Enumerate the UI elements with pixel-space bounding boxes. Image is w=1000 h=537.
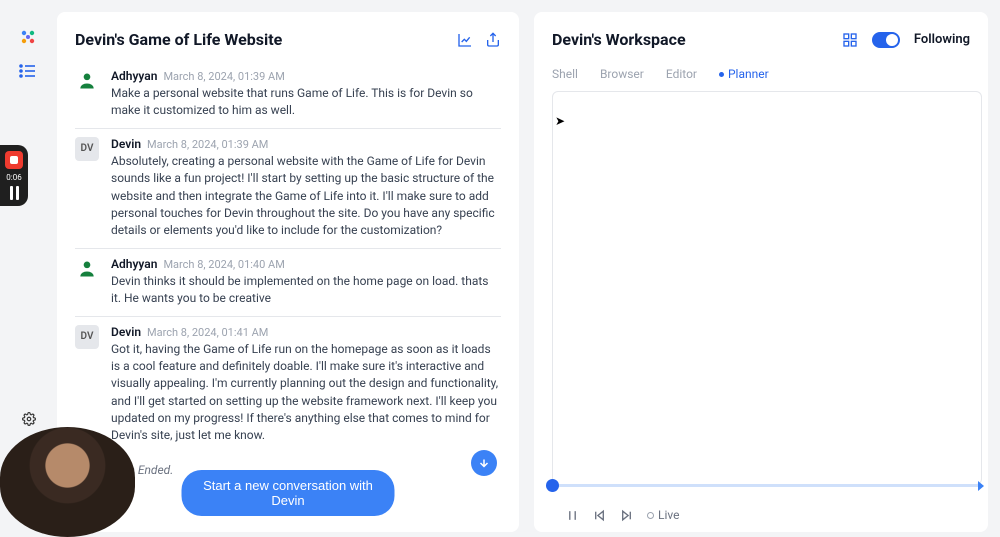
avatar: [75, 69, 99, 93]
tab-browser[interactable]: Browser: [600, 67, 644, 81]
message-timestamp: March 8, 2024, 01:39 AM: [163, 70, 284, 83]
gear-icon[interactable]: [22, 412, 36, 426]
chat-body: Adhyyan March 8, 2024, 01:39 AM Make a per…: [75, 61, 501, 532]
avatar: DV: [75, 137, 99, 161]
message-text: Got it, having the Game of Life run on t…: [111, 341, 501, 445]
message-author: Adhyyan: [111, 69, 157, 83]
tab-label: Browser: [600, 67, 644, 81]
message-author: Devin: [111, 325, 141, 339]
workspace-panel: Devin's Workspace Following Shell Browser…: [534, 12, 988, 532]
pause-icon[interactable]: [566, 509, 579, 522]
skip-back-icon[interactable]: [593, 509, 606, 522]
tab-label: Shell: [552, 67, 578, 81]
live-indicator[interactable]: Live: [647, 508, 679, 522]
skip-forward-icon[interactable]: [620, 509, 633, 522]
message-timestamp: March 8, 2024, 01:39 AM: [147, 138, 268, 151]
message-author: Adhyyan: [111, 257, 157, 271]
workspace-title: Devin's Workspace: [552, 30, 686, 49]
message-text: Devin thinks it should be implemented on…: [111, 273, 501, 308]
workspace-tabs: Shell Browser Editor Planner: [552, 67, 978, 81]
message-text: Absolutely, creating a personal website …: [111, 153, 501, 240]
tab-shell[interactable]: Shell: [552, 67, 578, 81]
following-toggle[interactable]: [872, 32, 900, 48]
message-timestamp: March 8, 2024, 01:40 AM: [163, 258, 284, 271]
chat-message: Adhyyan March 8, 2024, 01:39 AM Make a per…: [75, 61, 501, 129]
chart-icon[interactable]: [457, 32, 473, 48]
new-conversation-button[interactable]: Start a new conversation with Devin: [182, 470, 395, 516]
tab-label: Planner: [728, 67, 769, 81]
playback-bar: Live: [552, 498, 978, 522]
timeline-slider[interactable]: [552, 484, 982, 498]
avatar: [75, 257, 99, 281]
record-stop-button[interactable]: [5, 151, 23, 169]
chat-message: DV Devin March 8, 2024, 01:41 AM Got it, ha…: [75, 317, 501, 453]
chat-message: DV Devin March 8, 2024, 01:39 AM Absolutely…: [75, 129, 501, 249]
avatar: DV: [75, 325, 99, 349]
pause-button[interactable]: [5, 186, 23, 200]
following-label: Following: [914, 32, 970, 47]
user-webcam: [0, 427, 135, 537]
cursor-icon: ➤: [555, 114, 565, 128]
tab-label: Editor: [666, 67, 697, 81]
tab-editor[interactable]: Editor: [666, 67, 697, 81]
share-icon[interactable]: [485, 32, 501, 48]
message-author: Devin: [111, 137, 141, 151]
grid-icon[interactable]: [842, 32, 858, 48]
list-icon[interactable]: [19, 64, 37, 78]
app-logo-icon[interactable]: [19, 28, 37, 46]
workspace-viewport[interactable]: ➤: [552, 91, 982, 485]
scroll-down-button[interactable]: [471, 450, 497, 476]
message-timestamp: March 8, 2024, 01:41 AM: [147, 326, 268, 339]
active-dot-icon: [719, 72, 724, 77]
tab-planner[interactable]: Planner: [719, 67, 769, 81]
chat-title: Devin's Game of Life Website: [75, 30, 282, 49]
recorder-time: 0:06: [6, 173, 21, 182]
message-text: Make a personal website that runs Game o…: [111, 85, 501, 120]
chat-message: Adhyyan March 8, 2024, 01:40 AM Devin thin…: [75, 249, 501, 317]
recorder-widget: 0:06: [0, 145, 28, 206]
